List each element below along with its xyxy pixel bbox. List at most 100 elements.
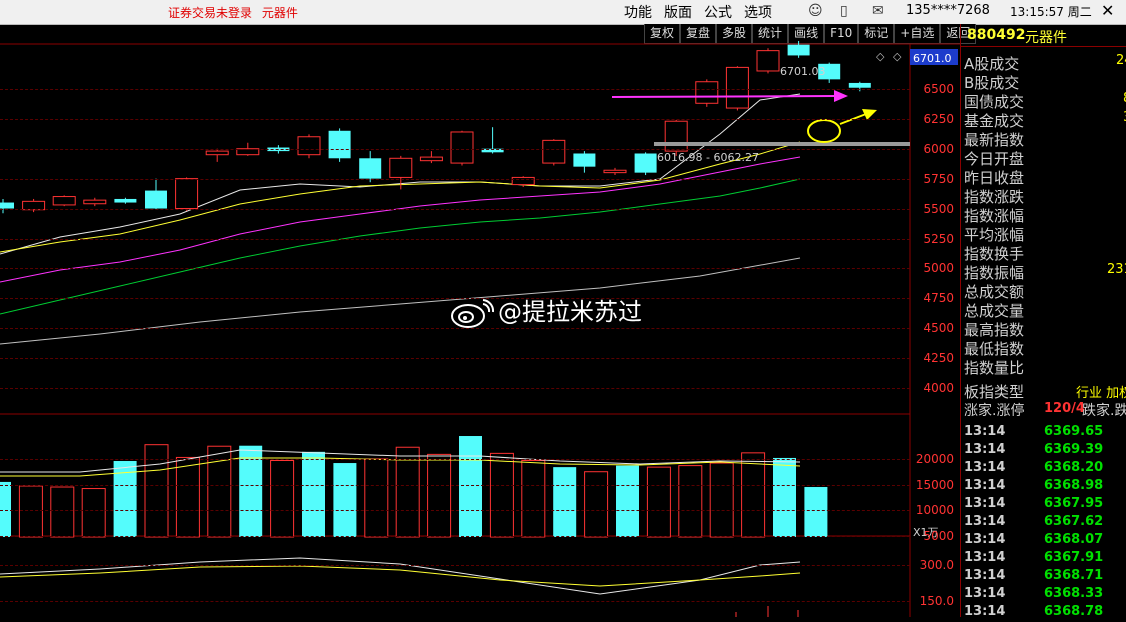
volume-bar [333, 463, 357, 537]
candle-body [359, 158, 382, 179]
price-tick-label: 4250 [923, 351, 954, 366]
high-label: 6701.03 [780, 65, 826, 78]
quote-row: 平均涨幅 [964, 226, 1025, 244]
candle-body [603, 169, 627, 174]
board-type-row: 板指类型 行业 加权 [964, 383, 1126, 401]
volume-grid-line [0, 510, 910, 511]
quote-row: B股成交 [964, 74, 1020, 92]
candle-body [664, 120, 688, 152]
volume-bar [302, 451, 325, 537]
volume-bar [18, 485, 43, 538]
quote-row: 基金成交3 [964, 110, 1126, 130]
tick-row: 13:14 6368.33 [964, 586, 1104, 601]
quote-panel: 880492 元器件 A股成交24B股成交国债成交8基金成交3最新指数今日开盘昨… [960, 24, 1126, 619]
close-icon[interactable]: ✕ [1101, 1, 1114, 20]
quote-row: 总成交额 [964, 283, 1025, 301]
menu-options[interactable]: 选项 [744, 2, 772, 22]
watermark: @提拉米苏过 [450, 292, 642, 328]
tick-row: 13:14 6369.39 [964, 442, 1104, 457]
gray-range-bar [654, 142, 910, 146]
volume-tick-label: 10000 [915, 503, 954, 517]
candle-body [787, 44, 810, 56]
price-tick-label: 6500 [923, 82, 954, 96]
indicator-tick-label: 300.0 [919, 558, 954, 572]
quote-row: 最高指数 [964, 321, 1025, 339]
candle-body [450, 131, 474, 164]
quote-row: 最低指数 [964, 340, 1025, 358]
current-value-tag: 6701.0 [913, 52, 952, 65]
volume-tick-label: 15000 [915, 477, 954, 492]
volume-bar [459, 436, 482, 537]
quote-header: 880492 元器件 [961, 24, 1126, 47]
indicator-white-line [0, 557, 801, 595]
volume-bar [521, 460, 546, 538]
volume-bar [50, 486, 75, 538]
volume-bar [175, 456, 200, 538]
candle-body [848, 82, 871, 88]
tick-row: 13:14 6368.71 [964, 568, 1104, 583]
menu-function[interactable]: 功能 [624, 2, 652, 22]
trading-status-text[interactable]: 证券交易未登录 [168, 6, 252, 20]
price-tick-label: 5750 [923, 171, 954, 186]
candle-body [83, 199, 107, 205]
magenta-arrow-line [611, 95, 837, 98]
volume-bar [489, 452, 514, 538]
indicator-grid-line [0, 601, 910, 602]
candle-body [205, 150, 229, 156]
mail-icon[interactable]: ✉ [872, 3, 884, 19]
diamond-marker-2: ◇ [893, 50, 902, 63]
candle-body [52, 196, 76, 206]
index-code[interactable]: 880492 [967, 27, 1025, 43]
price-grid-line [0, 118, 910, 120]
quote-row: A股成交24 [964, 53, 1126, 73]
volume-grid-line [0, 535, 910, 537]
quote-row: 今日开盘 [964, 150, 1025, 168]
price-grid-line [0, 268, 910, 270]
advance-decline-row: 涨家.涨停 120/4 跌家.跌 [964, 401, 1126, 419]
price-grid-line [0, 208, 910, 210]
phone-icon[interactable]: ▯ [840, 3, 848, 19]
candle-body [175, 178, 199, 210]
tick-row: 13:14 6367.91 [964, 550, 1104, 565]
price-tick-label: 5000 [923, 261, 954, 276]
diamond-marker: ◇ [876, 50, 885, 63]
chat-icon[interactable]: ☺ [808, 3, 823, 19]
price-tick-label: 6000 [923, 141, 954, 156]
yellow-circle [807, 119, 841, 143]
volume-bar [553, 467, 577, 537]
menu-formula[interactable]: 公式 [704, 2, 732, 22]
volume-bar [427, 453, 452, 538]
price-grid-line [0, 358, 910, 360]
volume-bar [364, 458, 389, 538]
main-menu: 功能 版面 公式 选项 [624, 2, 772, 22]
price-tick-label: 5500 [923, 201, 954, 216]
candle-body [756, 50, 780, 72]
volume-grid-line [0, 459, 910, 460]
quote-row: 指数振幅231 [964, 262, 1126, 282]
volume-bar [804, 487, 828, 537]
price-grid-line [0, 238, 910, 240]
tick-row: 13:14 6367.62 [964, 514, 1104, 529]
volume-bar [646, 466, 671, 538]
quote-row: 最新指数 [964, 131, 1025, 149]
price-tick-label: 4000 [923, 381, 954, 395]
account-id[interactable]: 135****7268 [906, 3, 990, 18]
tick-row: 13:14 6368.07 [964, 532, 1104, 547]
magenta-arrowhead [834, 90, 848, 102]
quote-row: 国债成交8 [964, 91, 1126, 111]
menu-layout[interactable]: 版面 [664, 2, 692, 22]
clock: 13:15:57 周二 [1010, 5, 1092, 19]
quote-row: 指数换手 [964, 245, 1025, 263]
candle-body [297, 136, 321, 156]
login-status: 证券交易未登录 元器件 [168, 4, 304, 21]
tick-row: 13:14 6368.98 [964, 478, 1104, 493]
quote-row: 昨日收盘 [964, 169, 1025, 187]
volume-tick-label: 5000 [923, 528, 954, 543]
candle-body [114, 198, 137, 203]
volume-grid-line [0, 484, 910, 486]
price-tick-label: 4500 [923, 321, 954, 336]
volume-bar [741, 452, 766, 538]
candle-body [695, 81, 719, 104]
quote-row: 指数涨幅 [964, 207, 1025, 225]
price-grid-line [0, 148, 910, 150]
